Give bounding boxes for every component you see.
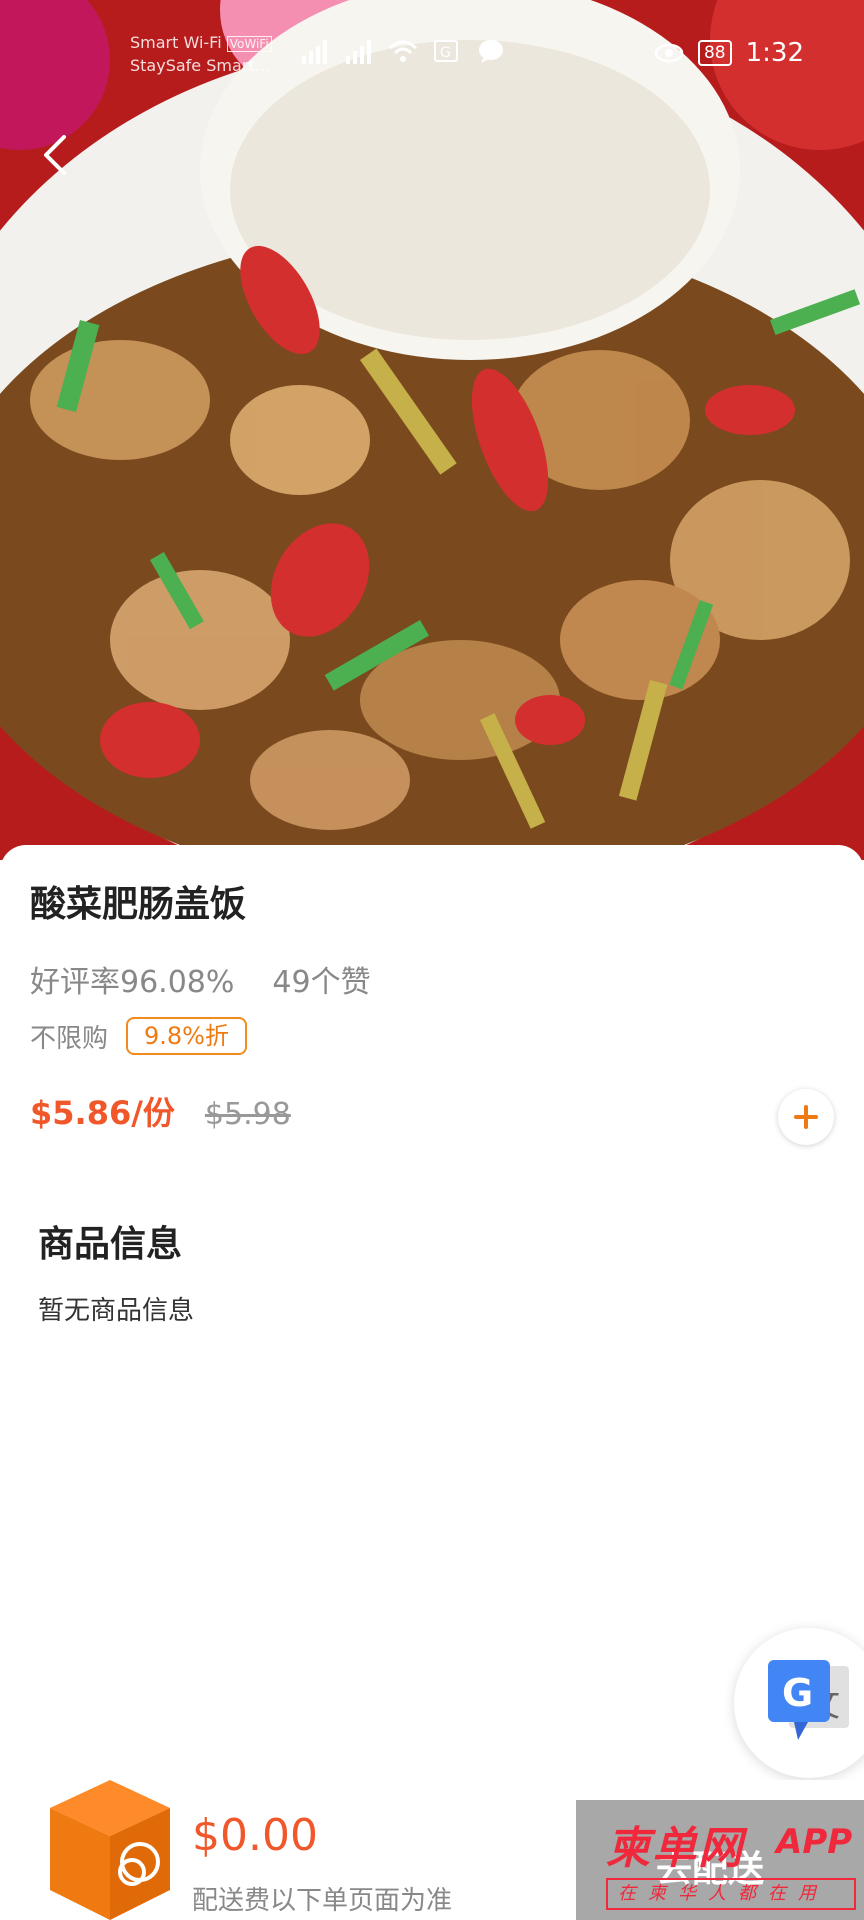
purchase-limit: 不限购 (30, 1023, 109, 1054)
discount-badge: 9.8%折 (126, 1017, 247, 1055)
carrier-name: Smart Wi-Fi (130, 33, 222, 52)
svg-text:G: G (782, 1671, 813, 1715)
product-title: 酸菜肥肠盖饭 (30, 884, 247, 925)
current-price: $5.86/份 (30, 1094, 175, 1132)
status-bar: Smart Wi-Fi VoWiFi StaySafe Smart... G 8… (0, 30, 864, 80)
cart-total: $0.00 (192, 1810, 318, 1861)
message-icon (479, 40, 503, 63)
svg-text:G: G (440, 45, 451, 61)
carrier-info: Smart Wi-Fi VoWiFi StaySafe Smart... (130, 32, 272, 77)
rating-text: 好评率96.08% (30, 965, 235, 1000)
chevron-left-icon (44, 135, 66, 175)
vowifi-badge: VoWiFi (226, 36, 272, 52)
checkout-button[interactable]: 去配送 柬单网 APP 在柬华人都在用 (576, 1800, 864, 1920)
back-button[interactable] (30, 125, 80, 185)
price-row: $5.86/份 $5.98 (30, 1088, 291, 1134)
box-icon[interactable] (40, 1780, 180, 1920)
eye-icon (654, 43, 684, 63)
wifi-icon (388, 40, 418, 62)
google-translate-icon: 文 G (768, 1660, 849, 1740)
battery-indicator: 88 (697, 40, 732, 66)
product-stats: 好评率96.08% 49个赞 (30, 957, 371, 1001)
watermark-title: 柬单网 (606, 1823, 744, 1874)
delivery-fee-note: 配送费以下单页面为准 (192, 1886, 453, 1916)
product-info-body: 暂无商品信息 (38, 1296, 195, 1326)
product-image (0, 0, 864, 860)
watermark-subtitle: 在柬华人都在用 (606, 1878, 856, 1910)
translate-floating-button[interactable]: 文 G (734, 1628, 864, 1778)
status-icons-left: G (300, 38, 506, 64)
watermark-app: APP (776, 1822, 853, 1862)
carrier-secondary: StaySafe Smart... (130, 56, 270, 75)
signal-icon (302, 40, 327, 64)
cart-bar: $0.00 配送费以下单页面为准 去配送 柬单网 APP 在柬华人都在用 (0, 1780, 864, 1920)
food-illustration (0, 0, 864, 860)
translate-status-icon: G (434, 40, 458, 62)
original-price: $5.98 (204, 1097, 291, 1132)
product-info-title: 商品信息 (38, 1224, 183, 1265)
plus-icon (794, 1105, 818, 1129)
status-icons-right: 88 1:32 (654, 38, 804, 68)
limit-row: 不限购 9.8%折 (30, 1017, 247, 1055)
likes-text: 49个赞 (272, 965, 371, 1000)
status-time: 1:32 (745, 38, 804, 68)
add-to-cart-button[interactable] (778, 1089, 834, 1145)
signal-roaming-icon (346, 40, 371, 64)
